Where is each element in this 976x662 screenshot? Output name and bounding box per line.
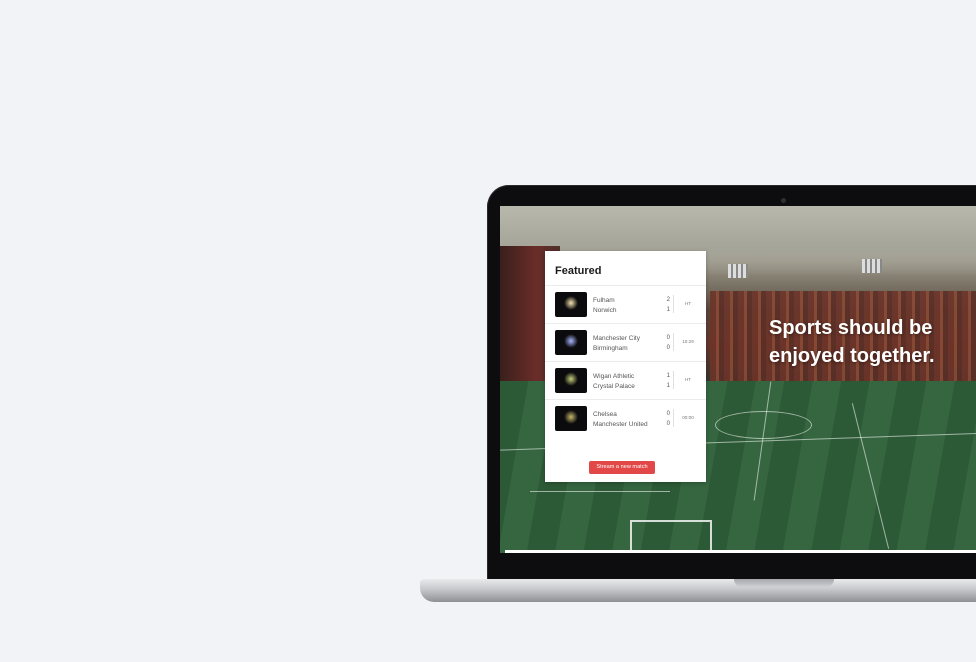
stream-new-match-button[interactable]: Stream a new match (589, 461, 655, 474)
stadium-lights-thumbnail (555, 330, 587, 355)
firework-thumbnail (555, 406, 587, 431)
away-team: Birmingham (593, 345, 628, 352)
laptop-notch (734, 579, 834, 587)
home-team: Wigan Athletic (593, 373, 635, 380)
match-row[interactable]: Fulham Norwich 2 1 HT (545, 285, 706, 323)
firework-thumbnail (555, 368, 587, 393)
home-score: 1 (666, 373, 670, 379)
center-circle (715, 411, 812, 439)
away-score: 0 (666, 421, 670, 427)
divider (673, 333, 674, 351)
home-team: Fulham (593, 297, 615, 304)
match-status: HT (684, 301, 692, 306)
laptop-screen: Sports should be enjoyed together. Featu… (500, 206, 976, 553)
match-row[interactable]: Manchester City Birmingham 0 0 10:29 (545, 323, 706, 361)
firework-thumbnail (555, 292, 587, 317)
match-status: 00:00 (682, 415, 694, 420)
featured-title: Featured (555, 265, 602, 277)
pitch-line (530, 491, 670, 492)
laptop-base (420, 579, 976, 602)
thumbnail-glow (564, 296, 578, 310)
away-score: 0 (666, 345, 670, 351)
home-score: 0 (666, 335, 670, 341)
divider (673, 295, 674, 313)
away-team: Norwich (593, 307, 617, 314)
thumbnail-glow (564, 372, 578, 386)
floodlight (728, 264, 748, 278)
divider (673, 371, 674, 389)
home-score: 0 (666, 411, 670, 417)
match-status: HT (684, 377, 692, 382)
match-row[interactable]: Chelsea Manchester United 0 0 00:00 (545, 399, 706, 437)
away-team: Crystal Palace (593, 383, 635, 390)
pitch-line (851, 403, 890, 549)
home-score: 2 (666, 297, 670, 303)
camera-dot (781, 198, 786, 203)
match-list: Fulham Norwich 2 1 HT Manchester City Bi… (545, 285, 706, 437)
floodlight (862, 259, 882, 273)
hero-line-1: Sports should be (769, 317, 933, 339)
hero-headline: Sports should be enjoyed together. (769, 314, 935, 370)
match-row[interactable]: Wigan Athletic Crystal Palace 1 1 HT (545, 361, 706, 399)
away-team: Manchester United (593, 421, 648, 428)
featured-card: Featured Fulham Norwich 2 1 HT Mancheste… (545, 251, 706, 482)
thumbnail-glow (564, 334, 578, 348)
laptop-lid: Sports should be enjoyed together. Featu… (487, 185, 976, 580)
divider (673, 409, 674, 427)
thumbnail-glow (564, 410, 578, 424)
goal-post (630, 520, 712, 550)
match-status: 10:29 (682, 339, 694, 344)
away-score: 1 (666, 383, 670, 389)
away-score: 1 (666, 307, 670, 313)
home-team: Manchester City (593, 335, 640, 342)
screen-bottom-bar (505, 550, 976, 553)
home-team: Chelsea (593, 411, 617, 418)
hero-line-2: enjoyed together. (769, 345, 935, 367)
